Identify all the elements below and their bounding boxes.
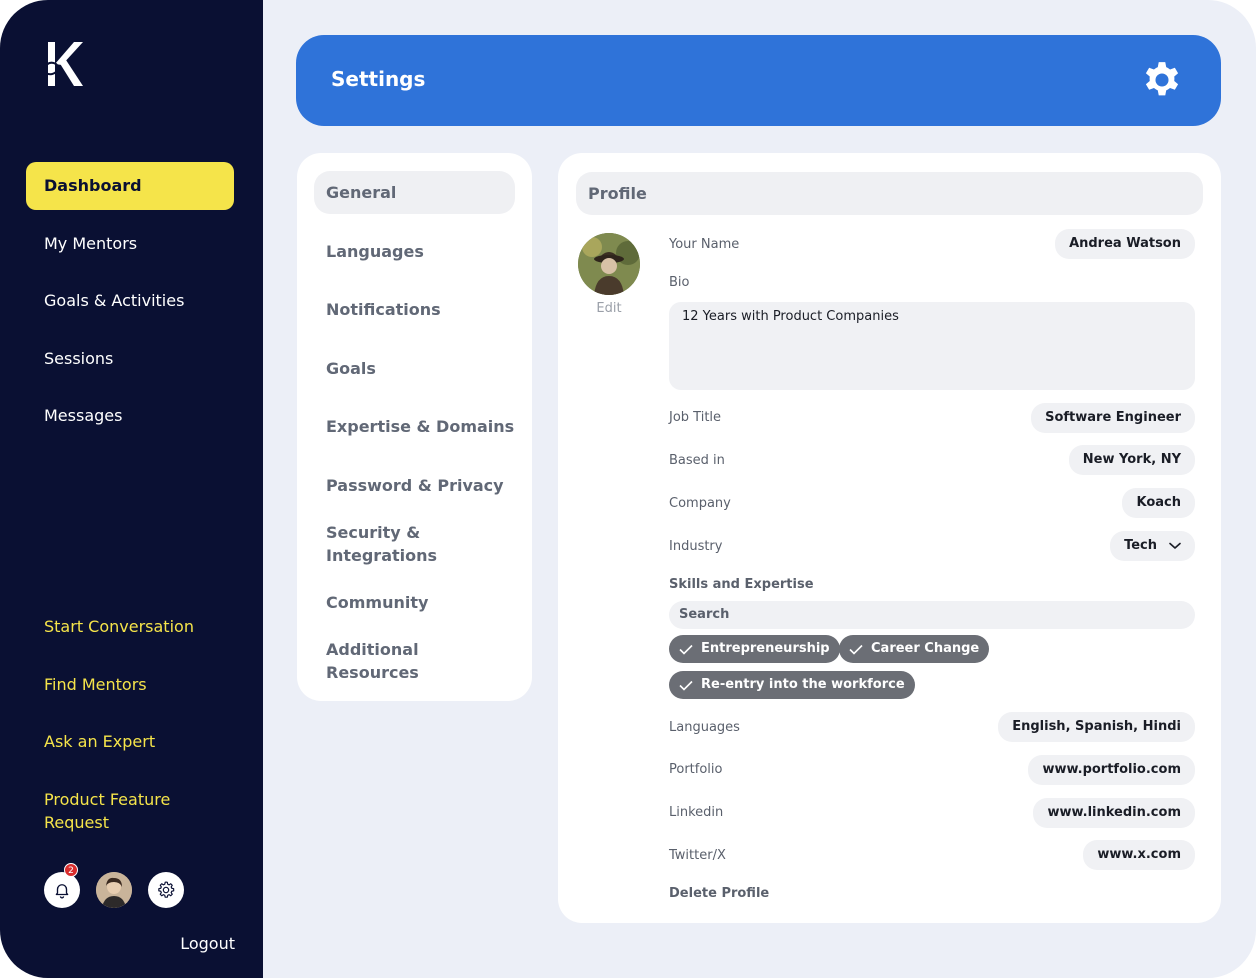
linkedin-field[interactable]: www.linkedin.com bbox=[1033, 798, 1195, 828]
twitter-field[interactable]: www.x.com bbox=[1083, 840, 1195, 870]
skill-tag-entrepreneurship[interactable]: Entrepreneurship bbox=[669, 635, 840, 663]
chevron-down-icon bbox=[1169, 542, 1181, 549]
industry-value: Tech bbox=[1124, 538, 1157, 553]
industry-label: Industry bbox=[669, 539, 723, 554]
nav-item-dashboard[interactable]: Dashboard bbox=[26, 162, 234, 210]
languages-label: Languages bbox=[669, 720, 740, 735]
menu-item-security-integrations[interactable]: Security & Integrations bbox=[314, 521, 484, 567]
skills-label: Skills and Expertise bbox=[669, 577, 814, 592]
delete-profile-button[interactable]: Delete Profile bbox=[669, 886, 769, 901]
nav-item-messages[interactable]: Messages bbox=[26, 392, 234, 440]
app-window: Dashboard My Mentors Goals & Activities … bbox=[0, 0, 1256, 978]
page-title: Settings bbox=[331, 67, 426, 91]
sidebar: Dashboard My Mentors Goals & Activities … bbox=[0, 0, 263, 978]
bio-label: Bio bbox=[669, 275, 690, 290]
avatar-image bbox=[96, 872, 132, 908]
skill-tag-label: Career Change bbox=[871, 641, 980, 656]
menu-item-password-privacy[interactable]: Password & Privacy bbox=[314, 474, 515, 497]
menu-item-general[interactable]: General bbox=[314, 171, 515, 214]
nav-item-my-mentors[interactable]: My Mentors bbox=[26, 220, 234, 268]
gear-icon[interactable] bbox=[1139, 57, 1185, 103]
menu-item-goals[interactable]: Goals bbox=[314, 357, 515, 380]
job-title-field[interactable]: Software Engineer bbox=[1031, 403, 1195, 433]
based-in-field[interactable]: New York, NY bbox=[1068, 445, 1195, 475]
profile-panel: Profile Edit Your Name Andrea Watson Bio… bbox=[558, 153, 1221, 923]
bell-icon bbox=[55, 884, 69, 899]
settings-header: Settings bbox=[296, 35, 1221, 126]
profile-section-title: Profile bbox=[576, 172, 1203, 215]
menu-item-expertise-domains[interactable]: Expertise & Domains bbox=[314, 415, 515, 438]
company-field[interactable]: Koach bbox=[1122, 488, 1195, 518]
settings-menu: General Languages Notifications Goals Ex… bbox=[297, 153, 532, 701]
skill-tag-label: Re-entry into the workforce bbox=[701, 677, 905, 692]
linkedin-label: Linkedin bbox=[669, 805, 724, 820]
skills-search-input[interactable]: Search bbox=[669, 601, 1195, 629]
check-icon bbox=[679, 644, 693, 655]
twitter-label: Twitter/X bbox=[669, 848, 726, 863]
logout-button[interactable]: Logout bbox=[180, 934, 235, 953]
find-mentors-link[interactable]: Find Mentors bbox=[44, 673, 234, 696]
nav-item-sessions[interactable]: Sessions bbox=[26, 335, 234, 383]
nav-item-goals-activities[interactable]: Goals & Activities bbox=[26, 277, 234, 325]
industry-select[interactable]: Tech bbox=[1110, 531, 1195, 561]
settings-button[interactable] bbox=[148, 872, 184, 908]
your-name-label: Your Name bbox=[669, 237, 740, 252]
profile-photo bbox=[578, 233, 640, 295]
skill-tag-career-change[interactable]: Career Change bbox=[839, 635, 990, 663]
check-icon bbox=[849, 644, 863, 655]
your-name-field[interactable]: Andrea Watson bbox=[1055, 229, 1195, 259]
job-title-label: Job Title bbox=[669, 410, 722, 425]
bio-textarea[interactable]: 12 Years with Product Companies bbox=[669, 302, 1195, 390]
menu-item-additional-resources[interactable]: Additional Resources bbox=[314, 638, 464, 684]
portfolio-label: Portfolio bbox=[669, 762, 723, 777]
portfolio-field[interactable]: www.portfolio.com bbox=[1028, 755, 1195, 785]
notifications-button[interactable]: 2 bbox=[44, 863, 80, 908]
company-label: Company bbox=[669, 496, 731, 511]
start-conversation-link[interactable]: Start Conversation bbox=[44, 615, 234, 638]
menu-item-notifications[interactable]: Notifications bbox=[314, 298, 515, 321]
user-avatar[interactable] bbox=[96, 872, 132, 908]
profile-avatar[interactable] bbox=[578, 233, 640, 295]
product-feature-request-link[interactable]: Product Feature Request bbox=[44, 788, 234, 834]
based-in-label: Based in bbox=[669, 453, 725, 468]
menu-item-languages[interactable]: Languages bbox=[314, 240, 515, 263]
edit-photo-link[interactable]: Edit bbox=[578, 301, 640, 316]
menu-item-community[interactable]: Community bbox=[314, 591, 515, 614]
gear-icon bbox=[158, 881, 175, 898]
check-icon bbox=[679, 680, 693, 691]
sidebar-bottom-icons: 2 bbox=[44, 863, 194, 908]
ask-an-expert-link[interactable]: Ask an Expert bbox=[44, 730, 234, 753]
languages-field[interactable]: English, Spanish, Hindi bbox=[998, 712, 1195, 742]
skill-tag-label: Entrepreneurship bbox=[701, 641, 830, 656]
koach-logo-icon[interactable] bbox=[42, 40, 84, 88]
skill-tag-re-entry[interactable]: Re-entry into the workforce bbox=[669, 671, 915, 699]
notification-count-badge: 2 bbox=[64, 863, 78, 877]
